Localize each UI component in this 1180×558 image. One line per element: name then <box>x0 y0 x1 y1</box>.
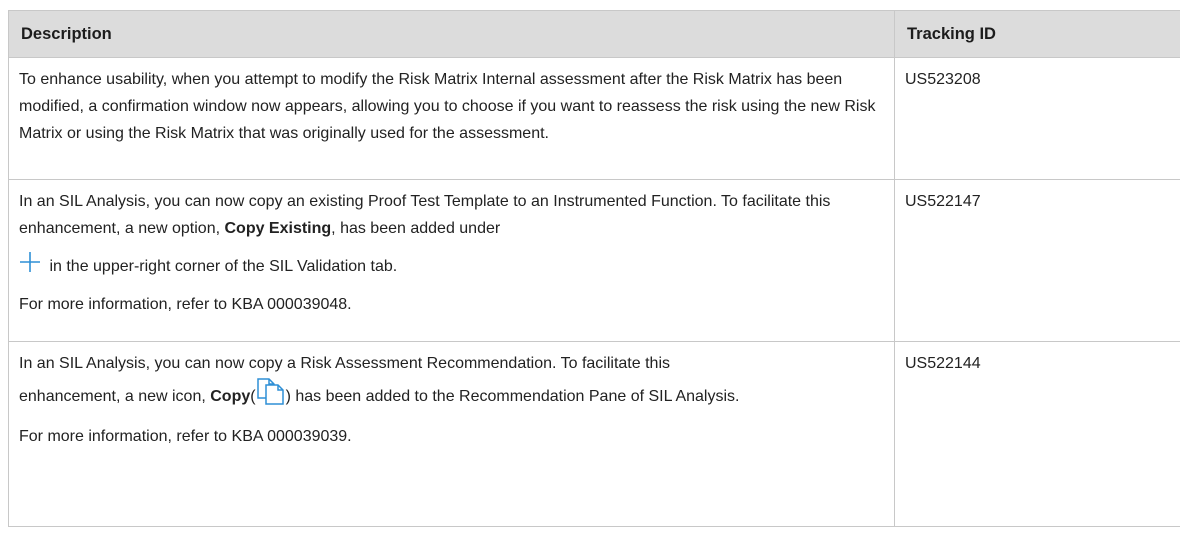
option-name: Copy Existing <box>224 220 332 237</box>
table-row: In an SIL Analysis, you can now copy a R… <box>8 341 1180 527</box>
tracking-id-cell: US523208 <box>894 57 1180 180</box>
release-notes-table: Description Tracking ID To enhance usabi… <box>8 10 1180 527</box>
column-header-description: Description <box>8 10 895 58</box>
description-cell: In an SIL Analysis, you can now copy an … <box>8 179 895 342</box>
table-row: To enhance usability, when you attempt t… <box>8 57 1180 180</box>
tracking-id-cell: US522144 <box>894 341 1180 527</box>
plus-icon <box>19 251 41 282</box>
more-info-text: For more information, refer to KBA 00003… <box>19 296 352 313</box>
more-info-text: For more information, refer to KBA 00003… <box>19 428 352 445</box>
copy-icon <box>256 377 286 414</box>
description-paragraph: In an SIL Analysis, you can now copy an … <box>19 193 831 237</box>
description-cell: In an SIL Analysis, you can now copy a R… <box>8 341 895 527</box>
description-cell: To enhance usability, when you attempt t… <box>8 57 895 180</box>
description-paragraph: in the upper-right corner of the SIL Val… <box>19 251 884 282</box>
table-header-row: Description Tracking ID <box>8 10 1180 58</box>
column-header-tracking-id: Tracking ID <box>894 10 1180 58</box>
icon-name: Copy <box>210 388 251 405</box>
description-text: To enhance usability, when you attempt t… <box>19 71 876 142</box>
table-row: In an SIL Analysis, you can now copy an … <box>8 179 1180 342</box>
release-notes-table-container: Description Tracking ID To enhance usabi… <box>8 10 1180 527</box>
tracking-id-cell: US522147 <box>894 179 1180 342</box>
description-paragraph: In an SIL Analysis, you can now copy a R… <box>19 350 884 414</box>
